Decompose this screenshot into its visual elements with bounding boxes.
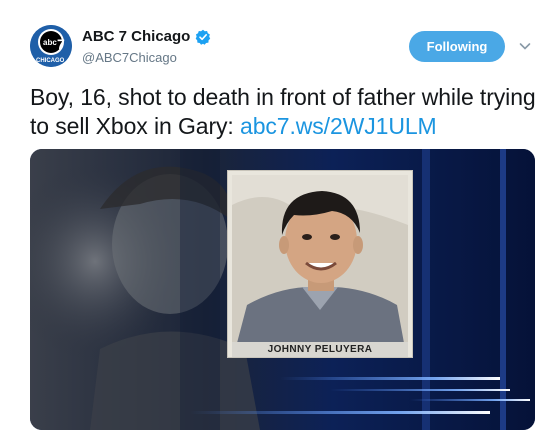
account-display-name[interactable]: ABC 7 Chicago [82,28,190,45]
svg-text:7: 7 [57,36,65,52]
account-name-row: ABC 7 Chicago [82,28,211,45]
svg-text:CHICAGO: CHICAGO [36,58,65,64]
svg-text:abc: abc [43,38,57,47]
chevron-down-icon[interactable] [518,39,532,53]
following-button[interactable]: Following [409,31,505,62]
portrait-photo [232,175,408,343]
tweet-card: abc 7 CHICAGO ABC 7 Chicago @ABC7Chicago… [0,0,557,438]
verified-badge-icon [196,29,211,45]
abc7-logo-icon: abc 7 CHICAGO [30,25,72,67]
account-avatar[interactable]: abc 7 CHICAGO [30,25,72,67]
account-handle[interactable]: @ABC7Chicago [82,50,177,65]
tweet-text: Boy, 16, shot to death in front of fathe… [30,83,540,141]
photo-caption: JOHNNY PELUYERA [267,344,373,355]
portrait-illustration [232,175,408,343]
photo-caption-bar: JOHNNY PELUYERA [232,342,408,357]
tweet-link[interactable]: abc7.ws/2WJ1ULM [240,113,437,139]
